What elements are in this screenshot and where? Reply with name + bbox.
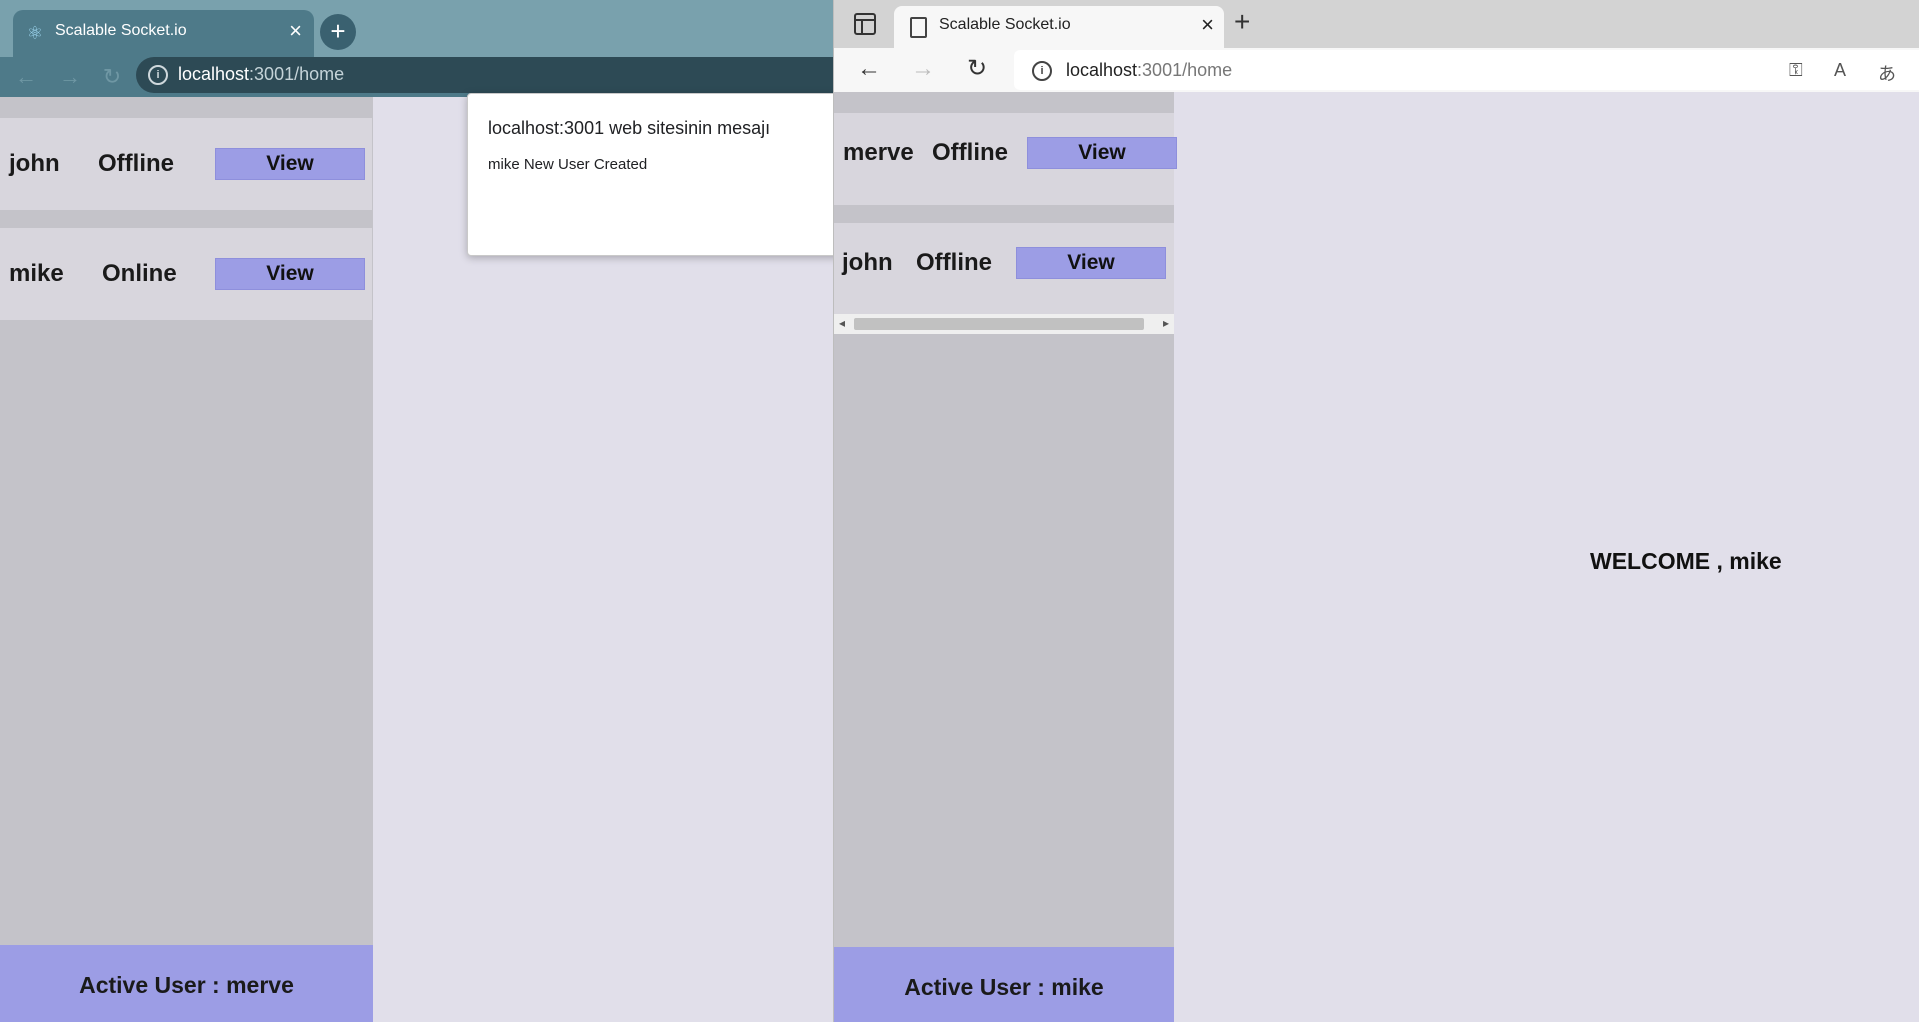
user-card: john Offline View [0,118,372,210]
left-tab-title: Scalable Socket.io [55,22,187,39]
left-toolbar: ← → ↻ i localhost:3001/home [0,57,833,97]
back-arrow-icon[interactable]: ← [12,63,40,91]
url-host: localhost [1066,60,1138,80]
reload-icon[interactable]: ↻ [962,54,992,84]
right-tab-strip: Scalable Socket.io × + [834,0,1919,48]
user-status: Offline [916,249,992,276]
horizontal-scrollbar[interactable]: ◂ ▸ [834,314,1174,334]
right-toolbar: ← → ↻ i localhost:3001/home ⚿ A あ ☆ [834,48,1919,92]
active-user-bar: Active User : mike [834,947,1174,1022]
alert-title: localhost:3001 web sitesinin mesajı [488,118,771,138]
url-path: :3001/home [249,64,345,84]
right-active-tab[interactable]: Scalable Socket.io × [894,6,1224,48]
forward-arrow-icon[interactable]: → [908,54,938,84]
plus-icon[interactable]: + [1234,8,1250,36]
close-icon[interactable]: × [289,20,302,42]
left-browser-window: ⚛ Scalable Socket.io × + ← → ↻ i localho… [0,0,833,1022]
right-address-bar[interactable]: i localhost:3001/home ⚿ A あ ☆ [1014,50,1919,90]
new-tab-button[interactable]: + [320,14,356,50]
user-name: mike [9,260,64,287]
page-icon [910,17,927,38]
back-arrow-icon[interactable]: ← [854,54,884,84]
left-tab-strip: ⚛ Scalable Socket.io × + [0,0,833,57]
scroll-left-icon[interactable]: ◂ [839,316,845,330]
info-icon[interactable]: i [1032,61,1052,81]
right-tab-title: Scalable Socket.io [939,16,1071,33]
welcome-message: WELCOME , mike [1590,548,1782,574]
view-button[interactable]: View [215,258,365,290]
scrollbar-thumb[interactable] [854,318,1144,330]
forward-arrow-icon[interactable]: → [56,63,84,91]
left-user-sidebar: john Offline View mike Online View Activ… [0,97,373,1022]
left-url[interactable]: localhost:3001/home [178,64,344,85]
reload-icon[interactable]: ↻ [98,63,126,91]
left-address-bar[interactable]: i localhost:3001/home [136,57,833,93]
view-button[interactable]: View [215,148,365,180]
tab-actions-icon[interactable] [854,13,876,35]
left-active-tab[interactable]: ⚛ Scalable Socket.io × [13,10,314,57]
read-aloud-icon[interactable]: A [1834,60,1846,81]
translate-icon[interactable]: あ [1878,60,1896,86]
url-path: :3001/home [1137,60,1233,80]
user-status: Offline [98,150,174,177]
right-browser-window: Scalable Socket.io × + ← → ↻ i localhost… [833,0,1919,1022]
user-card: mike Online View [0,228,372,320]
user-status: Offline [932,139,1008,166]
scroll-right-icon[interactable]: ▸ [1163,316,1169,330]
user-card: john Offline View [834,223,1174,315]
active-user-bar: Active User : merve [0,945,373,1022]
react-logo-icon: ⚛ [26,23,44,43]
alert-dialog: localhost:3001 web sitesinin mesajı mike… [467,93,833,256]
user-card: merve Offline View [834,113,1177,205]
right-user-sidebar: merve Offline View john Offline View ◂ ▸… [834,92,1177,1022]
user-status: Online [102,260,177,287]
info-icon[interactable]: i [148,65,168,85]
close-icon[interactable]: × [1201,14,1214,36]
user-name: john [842,249,893,276]
key-icon[interactable]: ⚿ [1789,60,1803,81]
view-button[interactable]: View [1027,137,1177,169]
user-name: john [9,150,60,177]
user-name: merve [843,139,914,166]
view-button[interactable]: View [1016,247,1166,279]
url-host: localhost [178,64,250,84]
alert-message: mike New User Created [488,156,648,173]
right-url[interactable]: localhost:3001/home [1066,60,1232,81]
